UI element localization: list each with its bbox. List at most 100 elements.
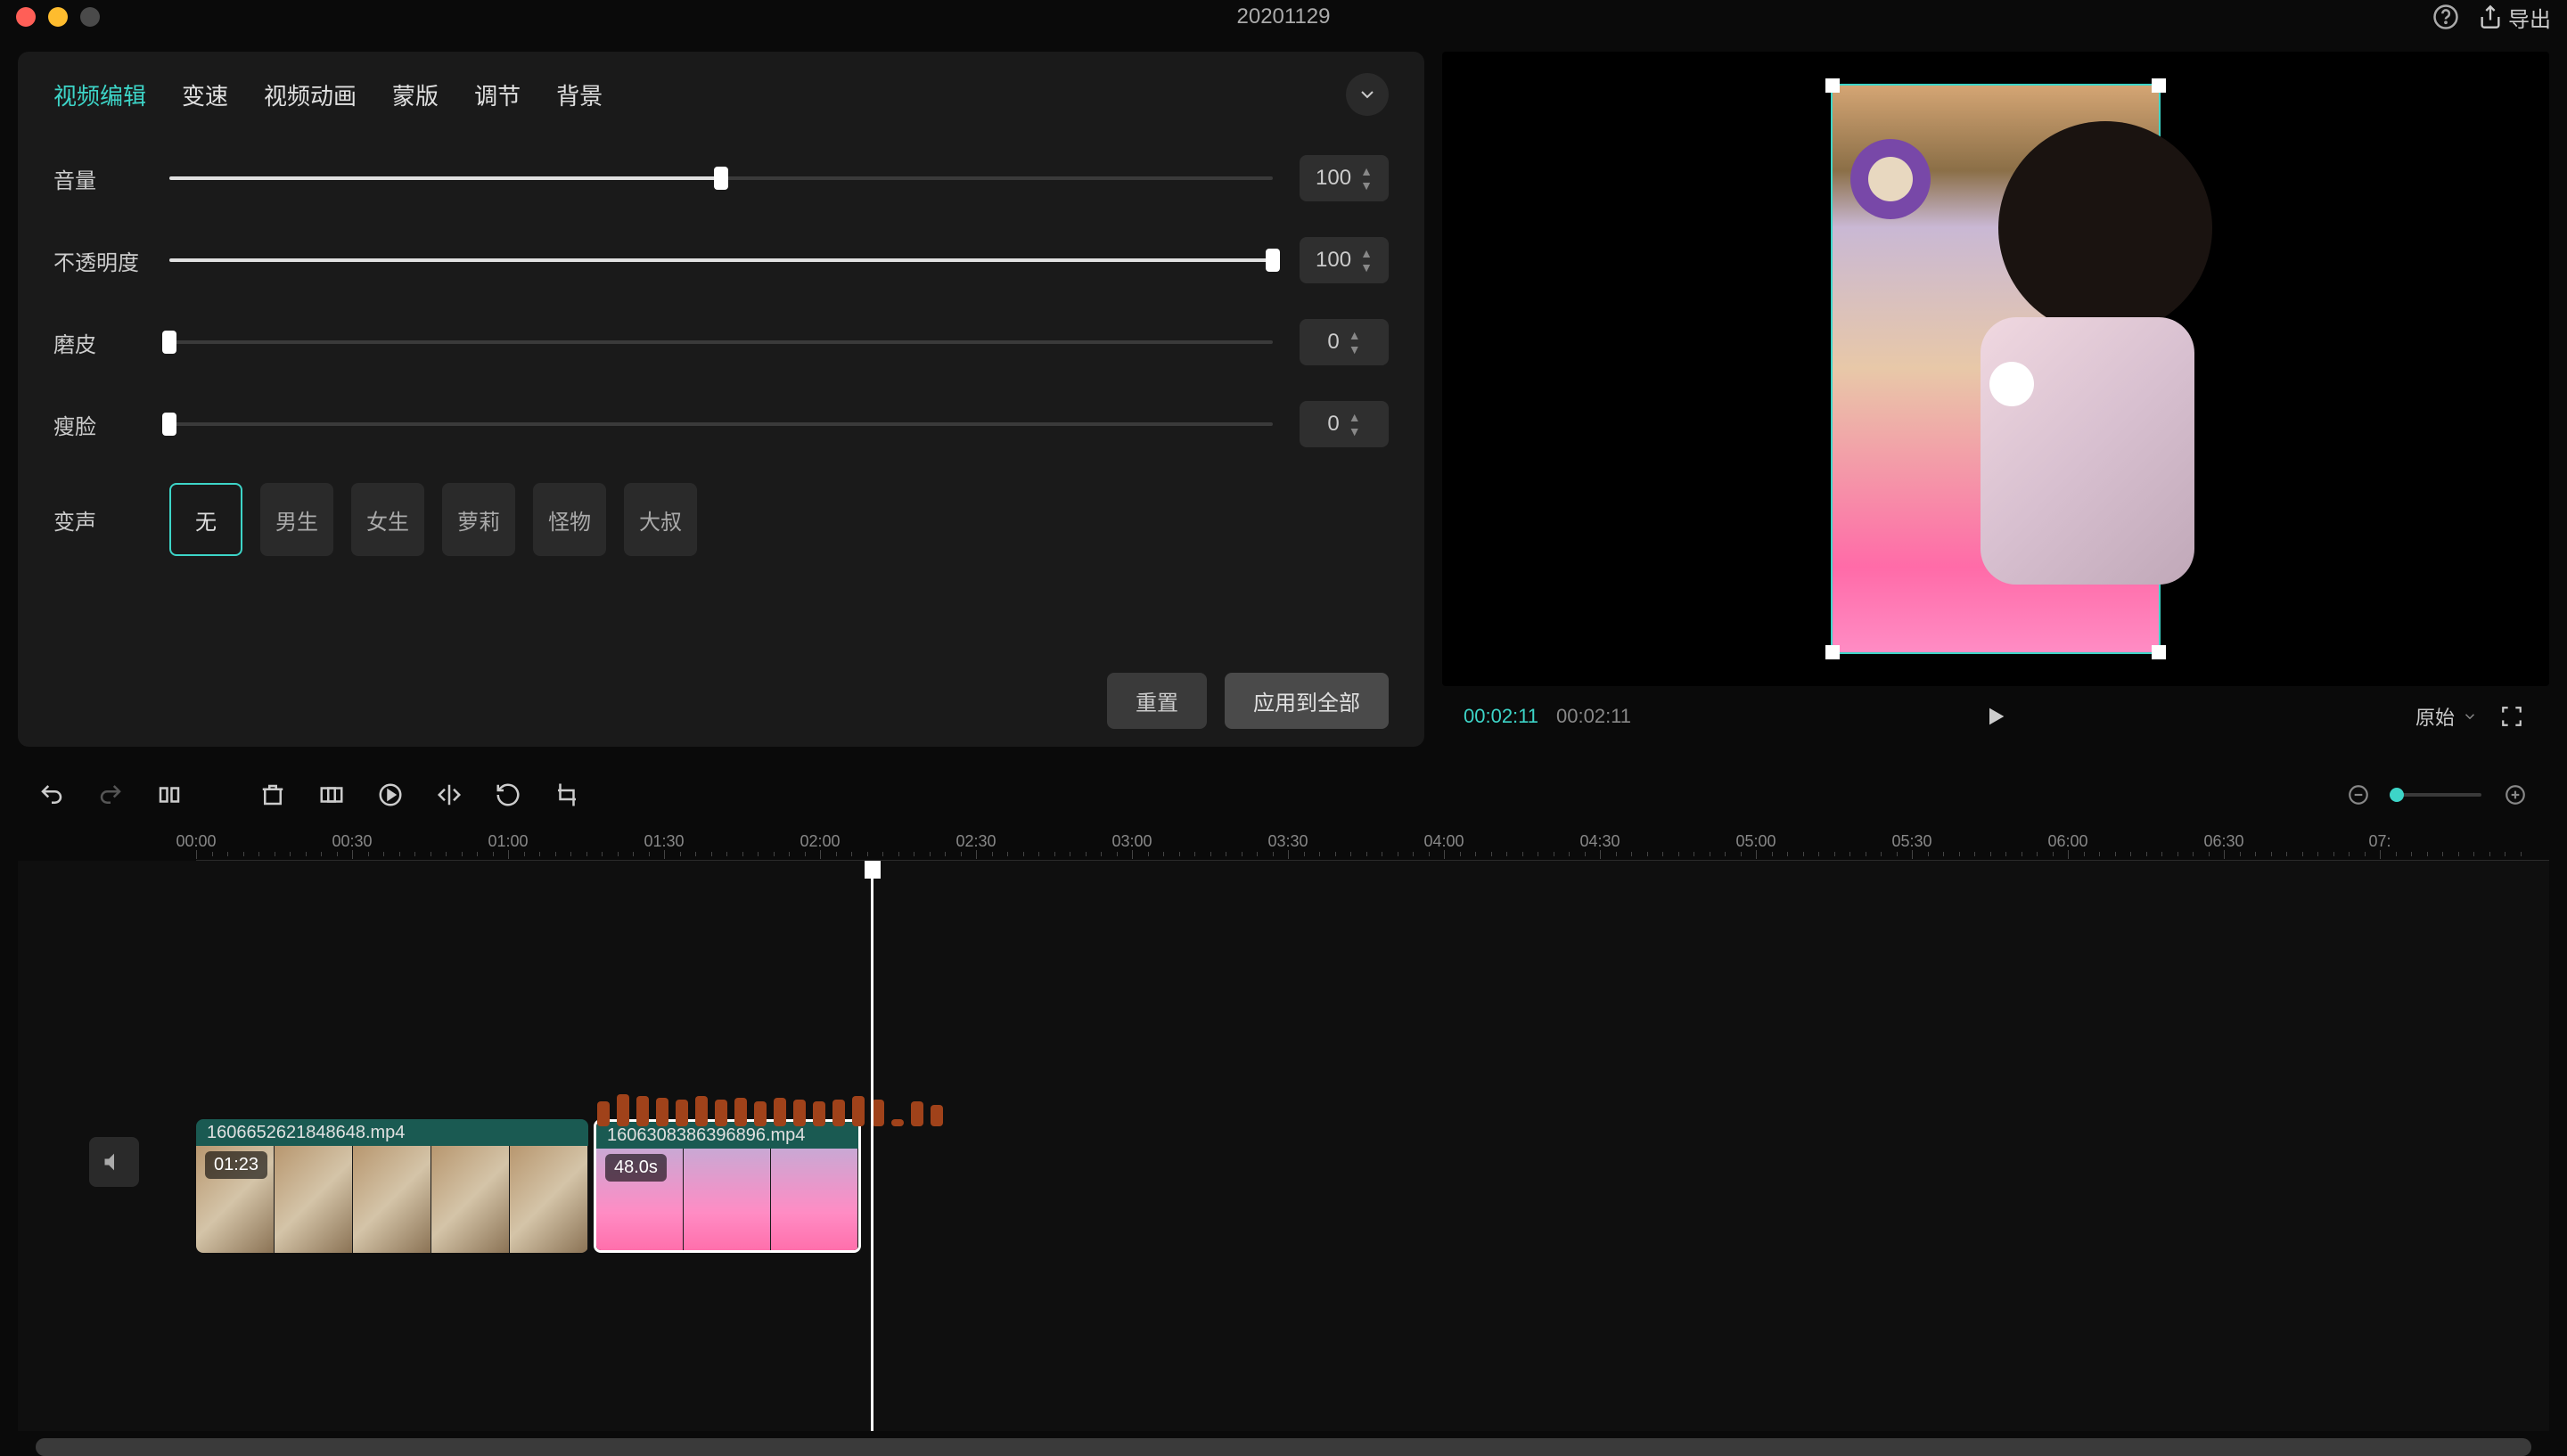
resize-handle[interactable]: [1825, 645, 1840, 659]
maximize-window-button[interactable]: [80, 7, 100, 27]
speed-icon[interactable]: [374, 779, 406, 811]
opacity-slider[interactable]: [169, 258, 1273, 262]
total-time: 00:02:11: [1556, 705, 1631, 728]
volume-spinner[interactable]: 100 ▲▼: [1300, 155, 1389, 201]
volume-slider[interactable]: [169, 176, 1273, 180]
split-icon[interactable]: [153, 779, 185, 811]
voice-label: 变声: [53, 504, 143, 536]
titlebar: 20201129 导出: [0, 0, 2567, 34]
mirror-icon[interactable]: [433, 779, 465, 811]
play-button[interactable]: [1983, 704, 2008, 729]
ruler-tick: 01:30: [644, 832, 684, 851]
ruler-tick: 02:00: [800, 832, 840, 851]
tab-0[interactable]: 视频编辑: [53, 78, 146, 111]
scrollbar-thumb[interactable]: [36, 1438, 2531, 1456]
resize-handle[interactable]: [2152, 645, 2166, 659]
window-traffic-lights: [16, 7, 100, 27]
ruler-tick: 06:00: [2047, 832, 2087, 851]
opacity-spinner[interactable]: 100 ▲▼: [1300, 237, 1389, 283]
voice-chip-1[interactable]: 男生: [260, 483, 333, 556]
clip-duration: 01:23: [205, 1151, 267, 1179]
face-slider[interactable]: [169, 422, 1273, 426]
voice-chip-0[interactable]: 无: [169, 483, 242, 556]
timeline-scrollbar[interactable]: [36, 1438, 2531, 1456]
reset-button[interactable]: 重置: [1107, 673, 1207, 729]
ruler-tick: 04:00: [1423, 832, 1464, 851]
timeline-ruler[interactable]: 00:0000:3001:0001:3002:0002:3003:0003:30…: [196, 825, 2549, 861]
mute-track-button[interactable]: [89, 1137, 139, 1187]
zoom-thumb[interactable]: [2390, 788, 2404, 802]
volume-slider-thumb[interactable]: [714, 167, 728, 190]
close-window-button[interactable]: [16, 7, 36, 27]
clip-filename: 1606652621848648.mp4: [196, 1119, 588, 1146]
redo-icon[interactable]: [94, 779, 127, 811]
preview-panel: 00:02:11 00:02:11 原始: [1442, 52, 2549, 747]
clip-duration: 48.0s: [605, 1154, 667, 1182]
clip-0[interactable]: 1606652621848648.mp4 01:23: [196, 1119, 588, 1253]
volume-label: 音量: [53, 163, 143, 194]
zoom-in-icon[interactable]: [2499, 779, 2531, 811]
voice-chip-2[interactable]: 女生: [351, 483, 424, 556]
delete-icon[interactable]: [257, 779, 289, 811]
help-icon[interactable]: [2430, 1, 2462, 33]
export-button[interactable]: 导出: [2478, 2, 2551, 33]
ruler-tick: 05:30: [1891, 832, 1931, 851]
properties-panel: 视频编辑 变速 视频动画 蒙版 调节 背景 音量 100 ▲▼ 不透明度: [18, 52, 1424, 747]
stepper-arrows-icon[interactable]: ▲▼: [1360, 164, 1373, 192]
crop-icon[interactable]: [316, 779, 348, 811]
export-label: 导出: [2508, 2, 2551, 33]
timeline-section: 00:0000:3001:0001:3002:0002:3003:0003:30…: [0, 765, 2567, 1456]
fullscreen-icon[interactable]: [2496, 700, 2528, 732]
voice-row: 变声 无男生女生萝莉怪物大叔: [53, 483, 1389, 556]
tabs-row: 视频编辑 变速 视频动画 蒙版 调节 背景: [18, 52, 1424, 137]
tab-3[interactable]: 蒙版: [392, 78, 439, 111]
voice-chip-3[interactable]: 萝莉: [442, 483, 515, 556]
aspect-ratio-select[interactable]: 原始: [2415, 702, 2478, 731]
face-spinner[interactable]: 0 ▲▼: [1300, 401, 1389, 447]
stepper-arrows-icon[interactable]: ▲▼: [1349, 328, 1361, 356]
stepper-arrows-icon[interactable]: ▲▼: [1360, 246, 1373, 274]
zoom-out-icon[interactable]: [2342, 779, 2374, 811]
opacity-row: 不透明度 100 ▲▼: [53, 237, 1389, 283]
preview-viewport[interactable]: [1442, 52, 2549, 686]
voice-chip-4[interactable]: 怪物: [533, 483, 606, 556]
smooth-slider[interactable]: [169, 340, 1273, 344]
timeline-tracks[interactable]: 1606652621848648.mp4 01:23 160630838639689…: [18, 861, 2549, 1431]
clip-1[interactable]: 1606308386396896.mp448.0s: [594, 1119, 861, 1253]
ruler-tick: 03:00: [1111, 832, 1152, 851]
tab-1[interactable]: 变速: [182, 78, 228, 111]
volume-row: 音量 100 ▲▼: [53, 155, 1389, 201]
tab-4[interactable]: 调节: [474, 78, 521, 111]
ruler-tick: 00:30: [332, 832, 372, 851]
opacity-label: 不透明度: [53, 245, 143, 276]
smooth-spinner[interactable]: 0 ▲▼: [1300, 319, 1389, 365]
smooth-label: 磨皮: [53, 327, 143, 358]
apply-all-button[interactable]: 应用到全部: [1225, 673, 1389, 729]
tab-5[interactable]: 背景: [556, 78, 603, 111]
zoom-slider[interactable]: [2392, 793, 2481, 797]
smooth-slider-thumb[interactable]: [162, 331, 176, 354]
crop-ratio-icon[interactable]: [551, 779, 583, 811]
stepper-arrows-icon[interactable]: ▲▼: [1349, 410, 1361, 438]
opacity-slider-thumb[interactable]: [1266, 249, 1280, 272]
preview-frame[interactable]: [1831, 84, 2161, 654]
audio-waveform: [597, 1091, 943, 1126]
playhead[interactable]: [871, 861, 873, 1431]
ruler-tick: 01:00: [488, 832, 528, 851]
face-slider-thumb[interactable]: [162, 413, 176, 436]
collapse-button[interactable]: [1346, 73, 1389, 116]
ruler-tick: 06:30: [2203, 832, 2243, 851]
ruler-tick: 05:00: [1735, 832, 1776, 851]
ruler-tick: 04:30: [1579, 832, 1620, 851]
resize-handle[interactable]: [1825, 78, 1840, 93]
voice-chip-5[interactable]: 大叔: [624, 483, 697, 556]
resize-handle[interactable]: [2152, 78, 2166, 93]
ruler-tick: 00:00: [176, 832, 216, 851]
minimize-window-button[interactable]: [48, 7, 68, 27]
tab-2[interactable]: 视频动画: [264, 78, 357, 111]
current-time: 00:02:11: [1464, 705, 1538, 728]
undo-icon[interactable]: [36, 779, 68, 811]
ruler-tick: 02:30: [955, 832, 996, 851]
rotate-icon[interactable]: [492, 779, 524, 811]
smooth-row: 磨皮 0 ▲▼: [53, 319, 1389, 365]
